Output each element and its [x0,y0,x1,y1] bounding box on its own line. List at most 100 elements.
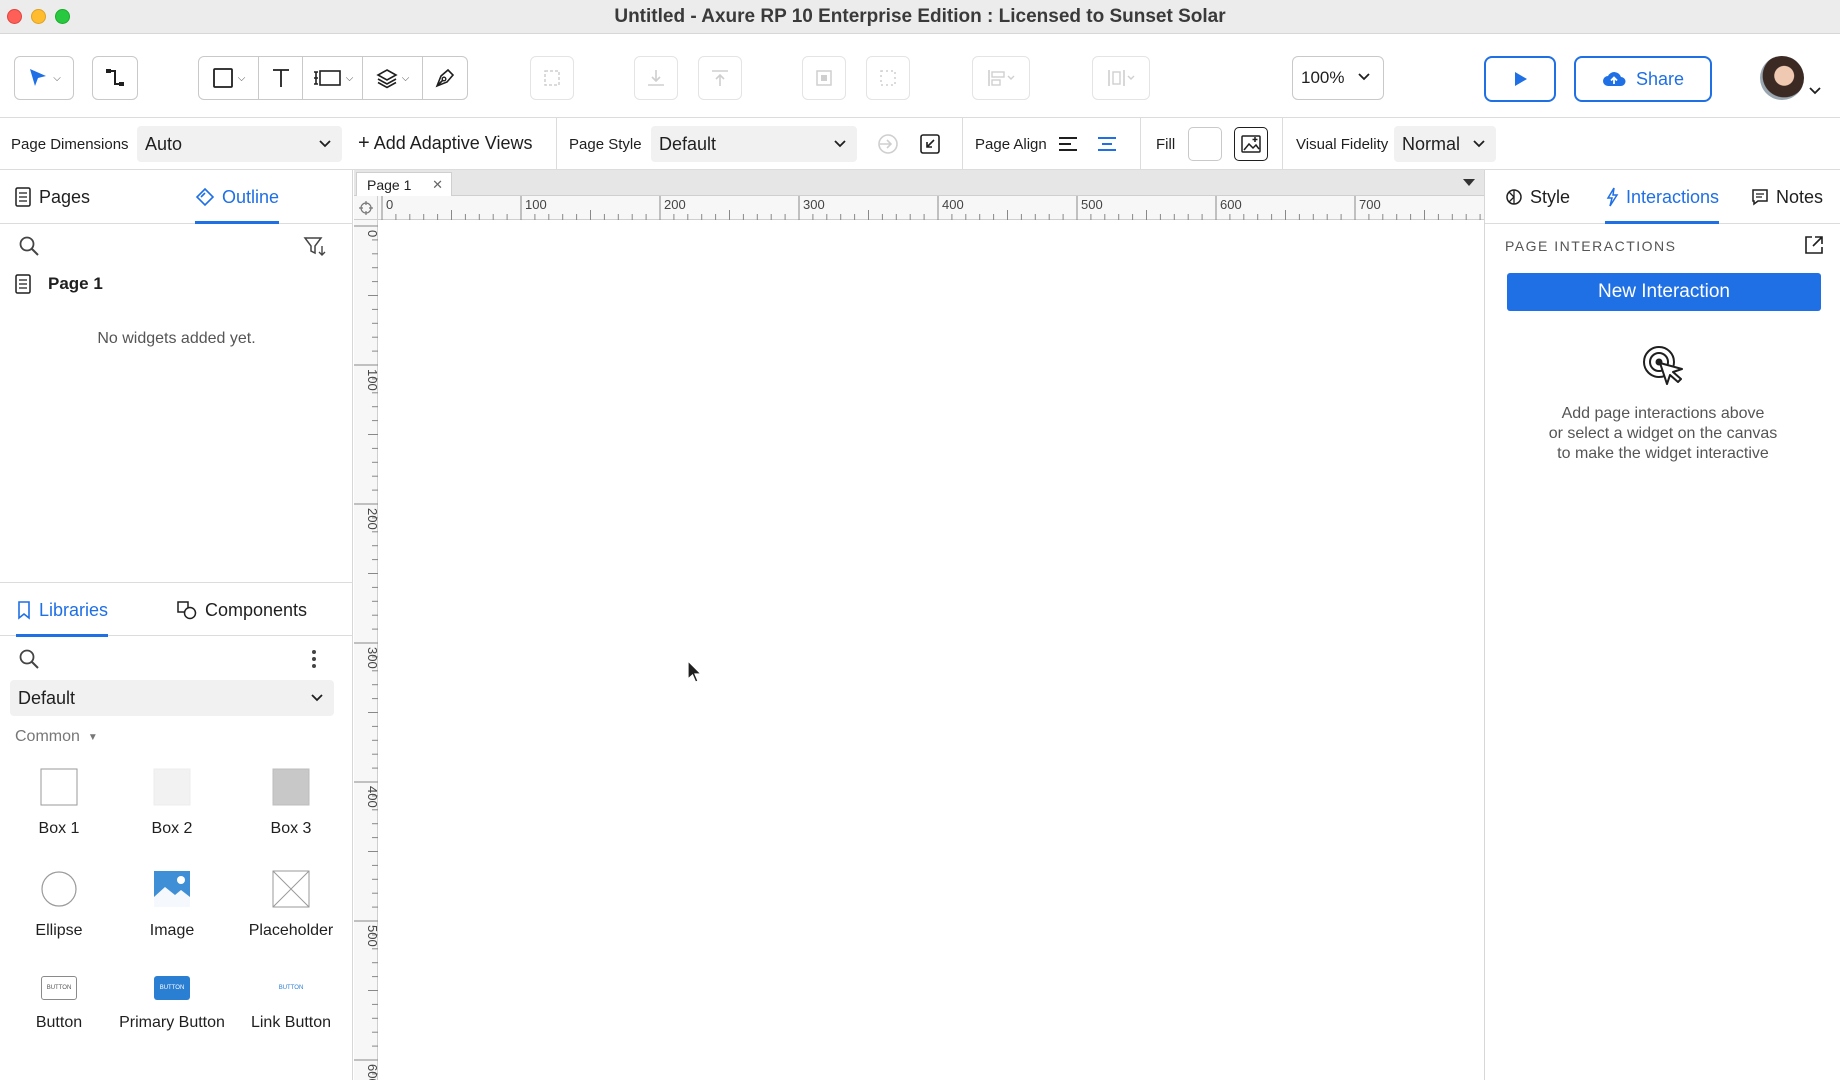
rectangle-icon [212,68,233,88]
add-adaptive-views-button[interactable]: + Add Adaptive Views [358,132,532,155]
placeholder-icon [272,870,310,908]
fill-color-swatch[interactable] [1188,127,1222,161]
chevron-down-icon[interactable]: ⌵ [238,73,246,84]
text-field-icon [313,70,341,86]
page-notes-icon[interactable] [918,132,942,156]
tab-outline[interactable]: Outline [195,170,280,224]
ruler-label: 0 [386,197,393,212]
pen-tool-button[interactable] [423,57,467,99]
tab-components-label: Components [205,599,308,620]
page-tab[interactable]: Page 1 ✕ [356,172,452,196]
widget-box-2[interactable]: Box 2 [113,768,231,838]
search-icon[interactable] [18,648,40,670]
widget-box-1[interactable]: Box 1 [0,768,118,838]
fill-label: Fill [1156,136,1176,153]
vertical-ruler: 0 100 200 300 400 500 600 [354,220,380,1080]
tab-style[interactable]: Style [1505,170,1570,224]
chevron-down-icon [1473,140,1485,148]
outline-page-item[interactable]: Page 1 [14,274,103,294]
widget-label: Ellipse [35,922,83,939]
close-window-button[interactable] [7,9,22,24]
caret-down-icon[interactable] [1462,178,1476,188]
box-1-icon [40,768,78,806]
ruler-label: 600 [365,1064,378,1080]
tab-components[interactable]: Components [176,583,307,637]
minimize-window-button[interactable] [31,9,46,24]
widget-box-3[interactable]: Box 3 [232,768,350,838]
tab-notes[interactable]: Notes [1751,170,1823,224]
image-icon [154,871,190,907]
more-options-icon[interactable] [310,648,318,670]
page-properties-bar: Page Dimensions Auto + Add Adaptive View… [0,118,1840,170]
zoom-select[interactable]: 100% [1292,56,1384,100]
divider [1282,118,1283,170]
close-tab-icon[interactable]: ✕ [432,177,443,193]
distribute-h-tool-button[interactable] [1092,56,1150,100]
widget-button[interactable]: BUTTON Button [0,976,118,1032]
send-to-back-button[interactable] [698,56,742,100]
ruler-corner[interactable] [354,196,378,220]
group-icon [544,70,560,86]
avatar[interactable] [1760,56,1804,100]
bring-front-icon [648,70,664,86]
tab-interactions[interactable]: Interactions [1605,170,1720,224]
library-section-toggle[interactable]: Common ▼ [15,728,98,746]
design-canvas[interactable] [378,220,1484,1080]
widget-primary-button[interactable]: BUTTON Primary Button [113,976,231,1032]
library-select[interactable]: Default [10,680,334,716]
ruler-label: 400 [942,197,964,212]
box-2-icon [153,768,191,806]
new-interaction-button[interactable]: New Interaction [1507,273,1821,311]
zoom-window-button[interactable] [55,9,70,24]
horizontal-ruler-ticks: 0 100 200 300 400 500 600 700 [381,196,1481,220]
filter-icon[interactable] [303,235,327,257]
align-left-tool-button[interactable] [972,56,1030,100]
tab-libraries[interactable]: Libraries [16,583,109,637]
widget-label: Placeholder [248,922,334,939]
widget-link-button[interactable]: BUTTON Link Button [232,976,350,1032]
page-style-select[interactable]: Default [651,126,857,162]
play-icon [1515,72,1527,86]
search-icon[interactable] [18,235,40,257]
lightning-icon [1606,187,1619,207]
align-icon [816,70,832,86]
edit-style-icon[interactable] [876,132,900,156]
ruler-label: 400 [365,786,378,808]
visual-fidelity-select[interactable]: Normal [1394,126,1496,162]
box-tool-button[interactable]: ⌵ [199,57,259,99]
fill-image-button[interactable] [1234,127,1268,161]
align-center-icon[interactable] [1095,132,1119,156]
widget-ellipse[interactable]: Ellipse [0,870,118,940]
text-tool-button[interactable] [259,57,303,99]
page-interactions-heading: PAGE INTERACTIONS [1505,238,1677,254]
chevron-down-icon[interactable]: ⌵ [346,73,354,84]
share-button[interactable]: Share [1574,56,1712,102]
align-center-tool-button[interactable] [802,56,846,100]
form-tool-button[interactable]: ⌵ [303,57,363,99]
cloud-upload-icon [1602,72,1626,86]
page-dimensions-select[interactable]: Auto [137,126,342,162]
chevron-down-icon[interactable]: ⌵ [402,73,410,84]
crosshair-icon [358,200,373,215]
layers-tool-button[interactable]: ⌵ [363,57,423,99]
widget-label: Box 2 [151,820,193,837]
page-style-value: Default [659,133,717,154]
select-tool-button[interactable]: ⌵ [14,56,74,100]
chevron-down-icon [311,694,323,702]
align-left-icon[interactable] [1056,132,1080,156]
distribute-tool-button[interactable] [866,56,910,100]
tab-pages[interactable]: Pages [14,170,90,224]
connector-tool-button[interactable] [92,56,138,100]
chevron-down-icon[interactable]: ⌵ [53,73,61,84]
widget-placeholder[interactable]: Placeholder [232,870,350,940]
add-adaptive-views-label: Add Adaptive Views [373,133,533,153]
bring-to-front-button[interactable] [634,56,678,100]
divider [962,118,963,170]
distribute-icon [880,70,896,86]
preview-button[interactable] [1484,56,1556,102]
widget-image[interactable]: Image [113,870,231,940]
ruler-label: 700 [1359,197,1381,212]
chevron-down-icon[interactable] [1808,84,1822,98]
popout-icon[interactable] [1803,234,1825,256]
group-tool-button[interactable] [530,56,574,100]
